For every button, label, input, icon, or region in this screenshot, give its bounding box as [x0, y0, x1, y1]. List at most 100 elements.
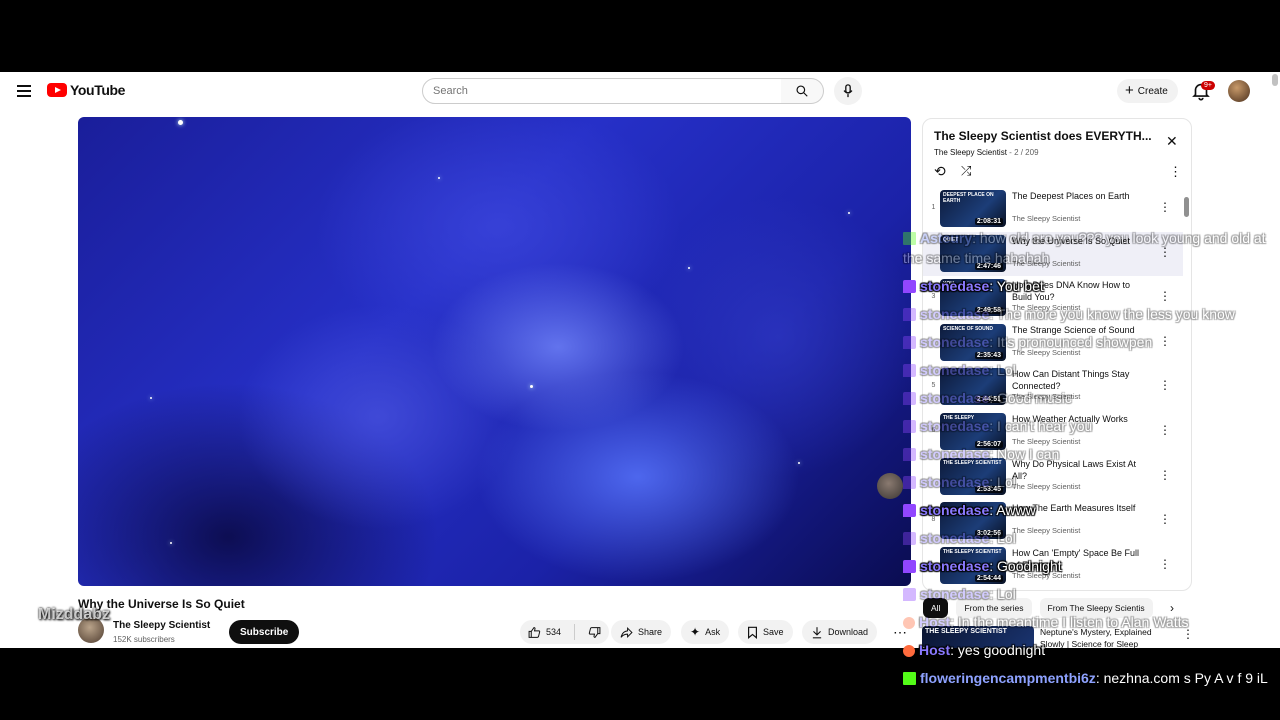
watermark-text: Mizddabz [38, 606, 110, 623]
chat-text: I can't hear you [997, 418, 1093, 434]
close-icon[interactable]: ✕ [1166, 133, 1178, 150]
video-player[interactable] [78, 117, 911, 586]
shuffle-icon[interactable]: ⤮ [961, 163, 971, 179]
twitch-icon [903, 364, 916, 377]
bookmark-icon [748, 626, 757, 639]
kick-icon [903, 232, 916, 245]
chat-text: Lol [997, 586, 1016, 602]
chat-message: stonedase: Awww [903, 496, 1275, 524]
dislike-button[interactable] [580, 620, 609, 644]
chat-username: stonedase [920, 362, 990, 378]
playlist-meta: The Sleepy Scientist - 2 / 209 [934, 148, 1039, 157]
subscriber-count: 152K subscribers [113, 635, 175, 644]
chat-text: You bet [996, 278, 1044, 294]
microphone-icon [843, 84, 853, 98]
save-label: Save [763, 627, 784, 637]
like-button[interactable]: 534 [520, 620, 569, 644]
chat-username: stonedase [920, 334, 990, 350]
chat-message: stonedase: I can't hear you [903, 412, 1275, 440]
chat-username: stonedase [920, 418, 990, 434]
twitch-icon [903, 308, 916, 321]
host-icon [903, 645, 915, 657]
loop-icon[interactable]: ⟲ [934, 163, 946, 180]
save-button[interactable]: Save [738, 620, 793, 644]
twitch-icon [903, 448, 916, 461]
chat-text: nezhna.com s Py A v f 9 iL [1103, 670, 1268, 686]
playlist-title[interactable]: The Sleepy Scientist does EVERYTH... [934, 129, 1154, 143]
stream-watermark: Mizddabz [16, 606, 110, 624]
chat-username: stonedase [920, 474, 990, 490]
chat-text: Good music [997, 390, 1072, 406]
chat-text: In the meantime I listen to Alan Watts [957, 614, 1189, 630]
twitch-icon [903, 588, 916, 601]
playlist-item-index: 1 [931, 204, 936, 211]
ask-button[interactable]: ✦ Ask [681, 620, 730, 644]
chat-separator: : [1095, 670, 1104, 686]
chat-separator: : [950, 614, 958, 630]
chat-separator: : [972, 230, 980, 246]
chat-separator: : [989, 390, 998, 406]
search-button[interactable] [781, 78, 824, 104]
chat-separator: : [989, 530, 998, 546]
playlist-owner[interactable]: The Sleepy Scientist [934, 148, 1007, 157]
like-dislike-group: 534 [520, 620, 610, 644]
screen: YouTube + Create 9+ Why the Universe Is … [0, 0, 1280, 720]
download-label: Download [828, 627, 869, 637]
account-avatar[interactable] [1228, 80, 1250, 102]
voice-search-button[interactable] [834, 77, 862, 105]
chat-username: floweringencampmentbi6z [920, 670, 1096, 686]
chat-username: stonedase [920, 558, 990, 574]
logo-text: YouTube [70, 82, 126, 98]
channel-name[interactable]: The Sleepy Scientist [113, 620, 210, 631]
chat-text: Goodnight [997, 558, 1062, 574]
star [150, 397, 152, 399]
ask-label: Ask [705, 627, 721, 637]
share-button[interactable]: Share [611, 620, 672, 644]
chat-text: Lol [997, 530, 1016, 546]
chat-message: Host: In the meantime I listen to Alan W… [903, 608, 1275, 636]
star [530, 385, 533, 388]
playlist-item-menu-icon[interactable]: ⋮ [1159, 200, 1171, 214]
youtube-logo[interactable]: YouTube [47, 82, 125, 98]
search-icon [796, 85, 808, 97]
plus-icon: + [1125, 82, 1134, 99]
chat-username: Host [919, 642, 951, 658]
chat-separator: : [989, 446, 998, 462]
chat-separator: : [989, 474, 998, 490]
star [178, 120, 183, 125]
download-button[interactable]: Download [802, 620, 878, 644]
menu-icon[interactable] [17, 85, 31, 97]
scrollbar-thumb[interactable] [1184, 197, 1189, 217]
twitch-icon [903, 560, 916, 573]
create-button[interactable]: + Create [1117, 79, 1178, 103]
subscribe-button[interactable]: Subscribe [229, 620, 300, 644]
star [688, 267, 690, 269]
streamer-avatar [877, 473, 903, 499]
chat-username: stonedase [920, 306, 990, 322]
search-input[interactable] [422, 78, 782, 104]
twitch-icon [903, 504, 916, 517]
chat-message: stonedase: Now I can [903, 440, 1275, 468]
playlist-menu-icon[interactable]: ⋮ [1169, 164, 1182, 180]
share-label: Share [638, 627, 663, 637]
kick-icon [903, 672, 916, 685]
chat-username: stonedase [920, 530, 990, 546]
playlist-item-title[interactable]: The Deepest Places on Earth [1012, 190, 1147, 202]
monitor-icon [16, 608, 32, 622]
chat-message: stonedase: Lol [903, 524, 1275, 552]
chat-message: stonedase: Lol [903, 580, 1275, 608]
chat-message: Host: yes goodnight [903, 636, 1275, 664]
chat-text: yes goodnight [957, 642, 1046, 658]
page-scrollbar-thumb[interactable] [1272, 74, 1278, 86]
chat-message: Asteury: how old are you??? you look you… [903, 224, 1275, 272]
playlist-item-thumbnail[interactable]: DEEPEST PLACE ON EARTH 2:08:31 [940, 190, 1006, 227]
chat-separator: : [989, 278, 997, 294]
chat-text: Now I can [997, 446, 1060, 462]
twitch-icon [903, 476, 916, 489]
twitch-icon [903, 420, 916, 433]
playlist-position: 2 / 209 [1014, 148, 1039, 157]
create-label: Create [1137, 85, 1168, 97]
twitch-icon [903, 392, 916, 405]
download-icon [812, 626, 822, 638]
thumbs-down-icon [588, 626, 601, 638]
